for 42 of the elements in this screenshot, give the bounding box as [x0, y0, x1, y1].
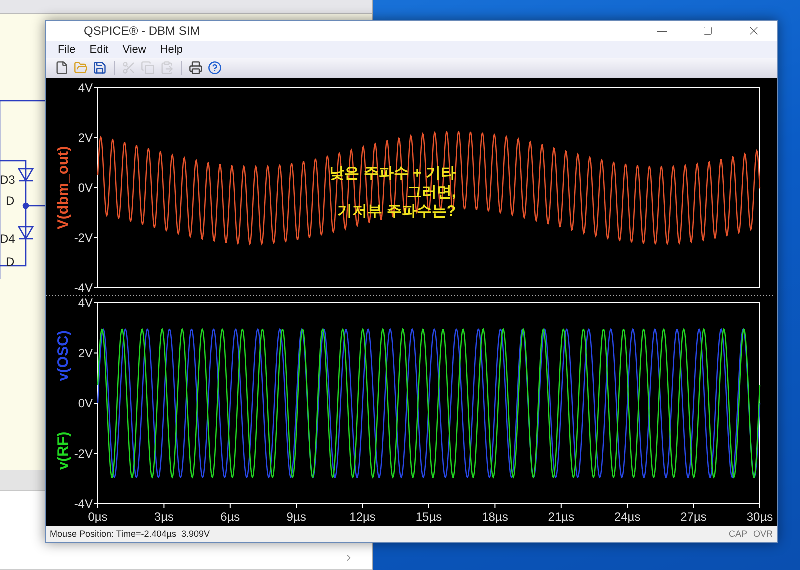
- y-tick-label: -2V: [74, 446, 93, 461]
- component-label: D: [6, 194, 15, 208]
- status-text: Mouse Position: Time=-2.404µs 3.909V: [50, 529, 212, 539]
- status-indicator: OVR: [753, 529, 773, 539]
- x-tick-label: 27µs: [680, 510, 707, 524]
- y-tick-label: 0V: [78, 396, 93, 410]
- x-tick-label: 21µs: [548, 510, 575, 524]
- status-indicator: CAP: [728, 529, 748, 539]
- menu-item[interactable]: Help: [154, 44, 189, 56]
- x-tick-label: 30µs: [746, 510, 774, 524]
- x-tick-label: 9µs: [286, 510, 306, 524]
- component-label: D4: [0, 232, 16, 246]
- x-tick-label: 15µs: [416, 510, 442, 524]
- help-icon[interactable]: [207, 60, 223, 76]
- trace-label: V(dbm_out): [55, 146, 72, 230]
- trace-label: v(RF): [55, 432, 72, 470]
- menu-item[interactable]: File: [52, 44, 82, 56]
- component-label: D: [6, 255, 15, 269]
- window-title: QSPICE® - DBM SIM: [84, 24, 202, 38]
- y-tick-label: 4V: [78, 81, 93, 95]
- y-tick-label: -4V: [74, 497, 93, 511]
- y-tick-label: -4V: [74, 281, 93, 295]
- component-label: D3: [0, 173, 16, 187]
- x-tick-label: 24µs: [614, 510, 641, 524]
- save-icon[interactable]: [92, 60, 108, 76]
- x-tick-label: 3µs: [154, 510, 174, 524]
- trace-label: v(OSC): [55, 330, 72, 382]
- new-file-icon[interactable]: [54, 60, 70, 76]
- menu-item[interactable]: View: [116, 44, 152, 56]
- menu-item[interactable]: Edit: [84, 44, 115, 56]
- maximize-icon: [703, 26, 713, 36]
- printer-icon[interactable]: [188, 60, 204, 76]
- x-tick-label: 12µs: [350, 510, 376, 524]
- y-tick-label: 4V: [78, 296, 93, 310]
- y-tick-label: 0V: [78, 181, 93, 195]
- y-tick-label: -2V: [74, 231, 93, 245]
- minimize-icon: [657, 30, 667, 32]
- x-tick-label: 18µs: [482, 510, 508, 524]
- x-tick-label: 0µs: [88, 510, 108, 524]
- y-tick-label: 2V: [78, 131, 93, 145]
- x-tick-label: 6µs: [220, 510, 240, 524]
- y-tick-label: 2V: [78, 346, 93, 360]
